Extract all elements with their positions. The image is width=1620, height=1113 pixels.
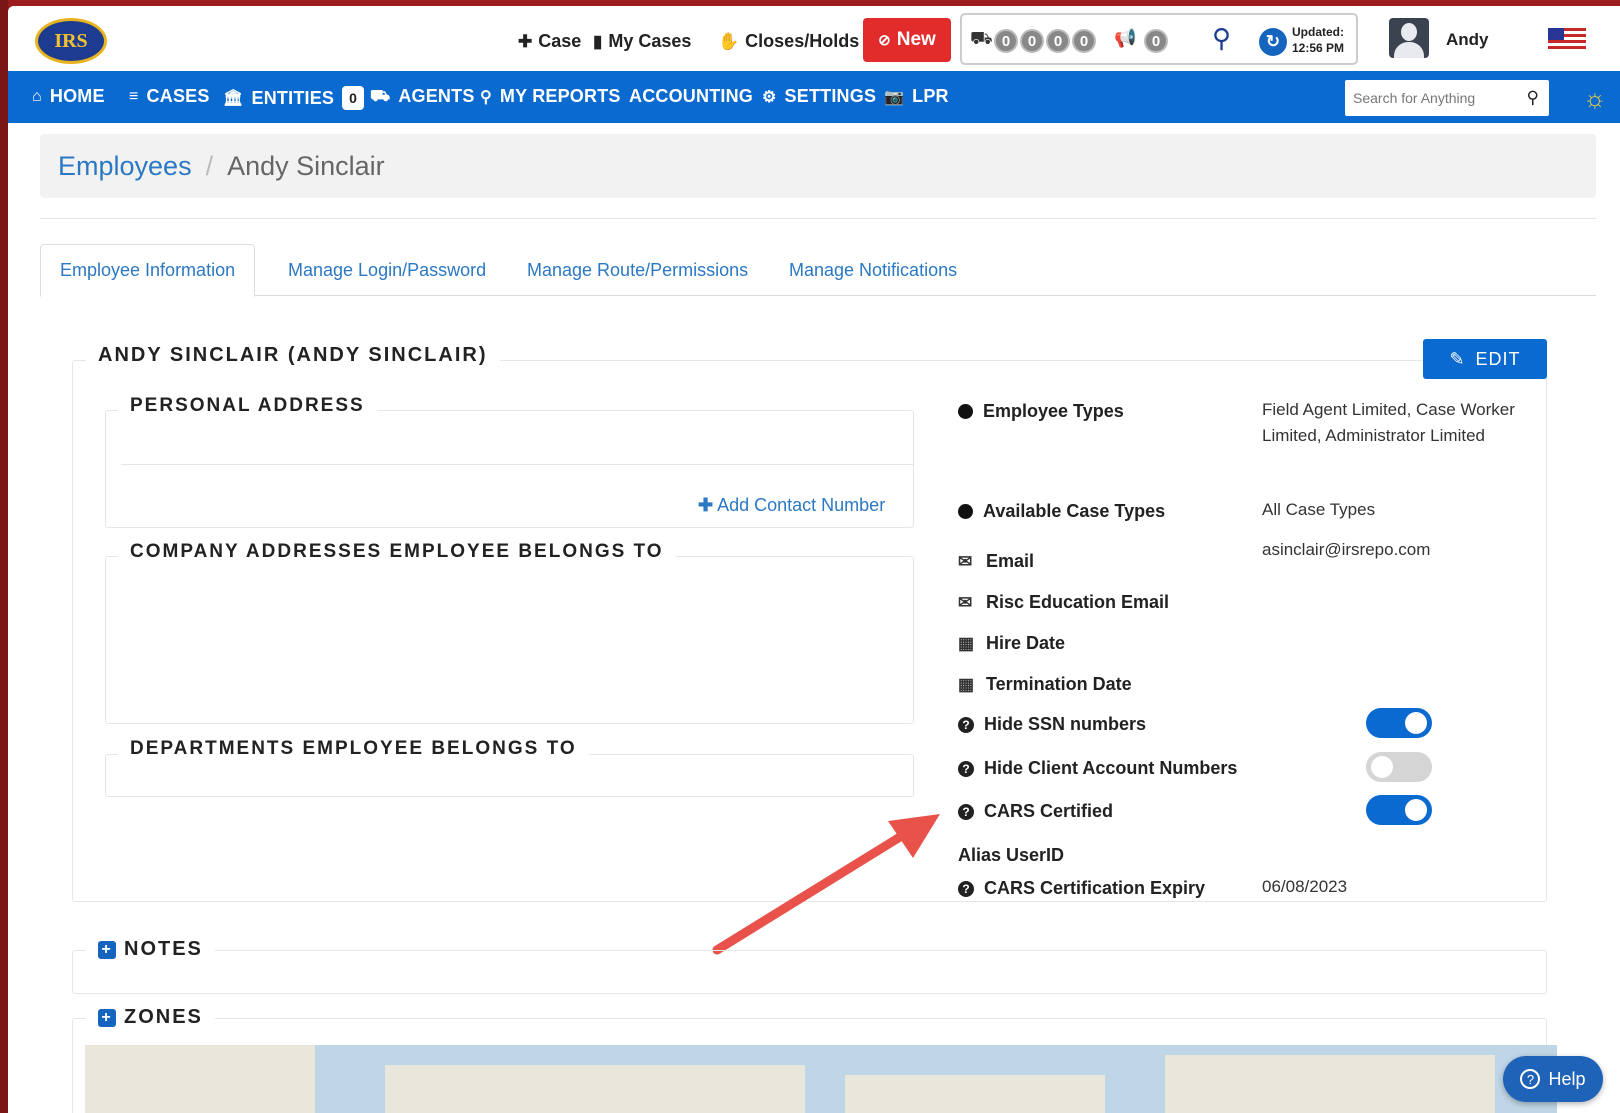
expand-plus-icon: + xyxy=(98,940,116,959)
app-window: IRS ✚ Case ▮ My Cases ✋ Closes/Holds ⊘ N… xyxy=(8,6,1620,1113)
question-icon: ? xyxy=(1520,1069,1541,1089)
notes-title: NOTES xyxy=(124,938,203,960)
zones-map[interactable] xyxy=(85,1045,1557,1113)
expand-plus-icon: + xyxy=(98,1008,116,1027)
map-land xyxy=(1165,1055,1495,1113)
window-left-frame xyxy=(0,0,8,1113)
notes-toggle[interactable]: + NOTES xyxy=(86,938,215,961)
help-label: Help xyxy=(1548,1068,1586,1089)
zones-toggle[interactable]: + ZONES xyxy=(86,1006,215,1029)
map-land xyxy=(85,1045,315,1113)
map-land xyxy=(845,1075,1105,1113)
notes-fieldset xyxy=(72,950,1547,994)
zones-title: ZONES xyxy=(124,1006,203,1028)
help-button[interactable]: ? Help xyxy=(1503,1056,1603,1102)
map-land xyxy=(385,1065,805,1113)
annotation-arrow xyxy=(712,814,940,955)
